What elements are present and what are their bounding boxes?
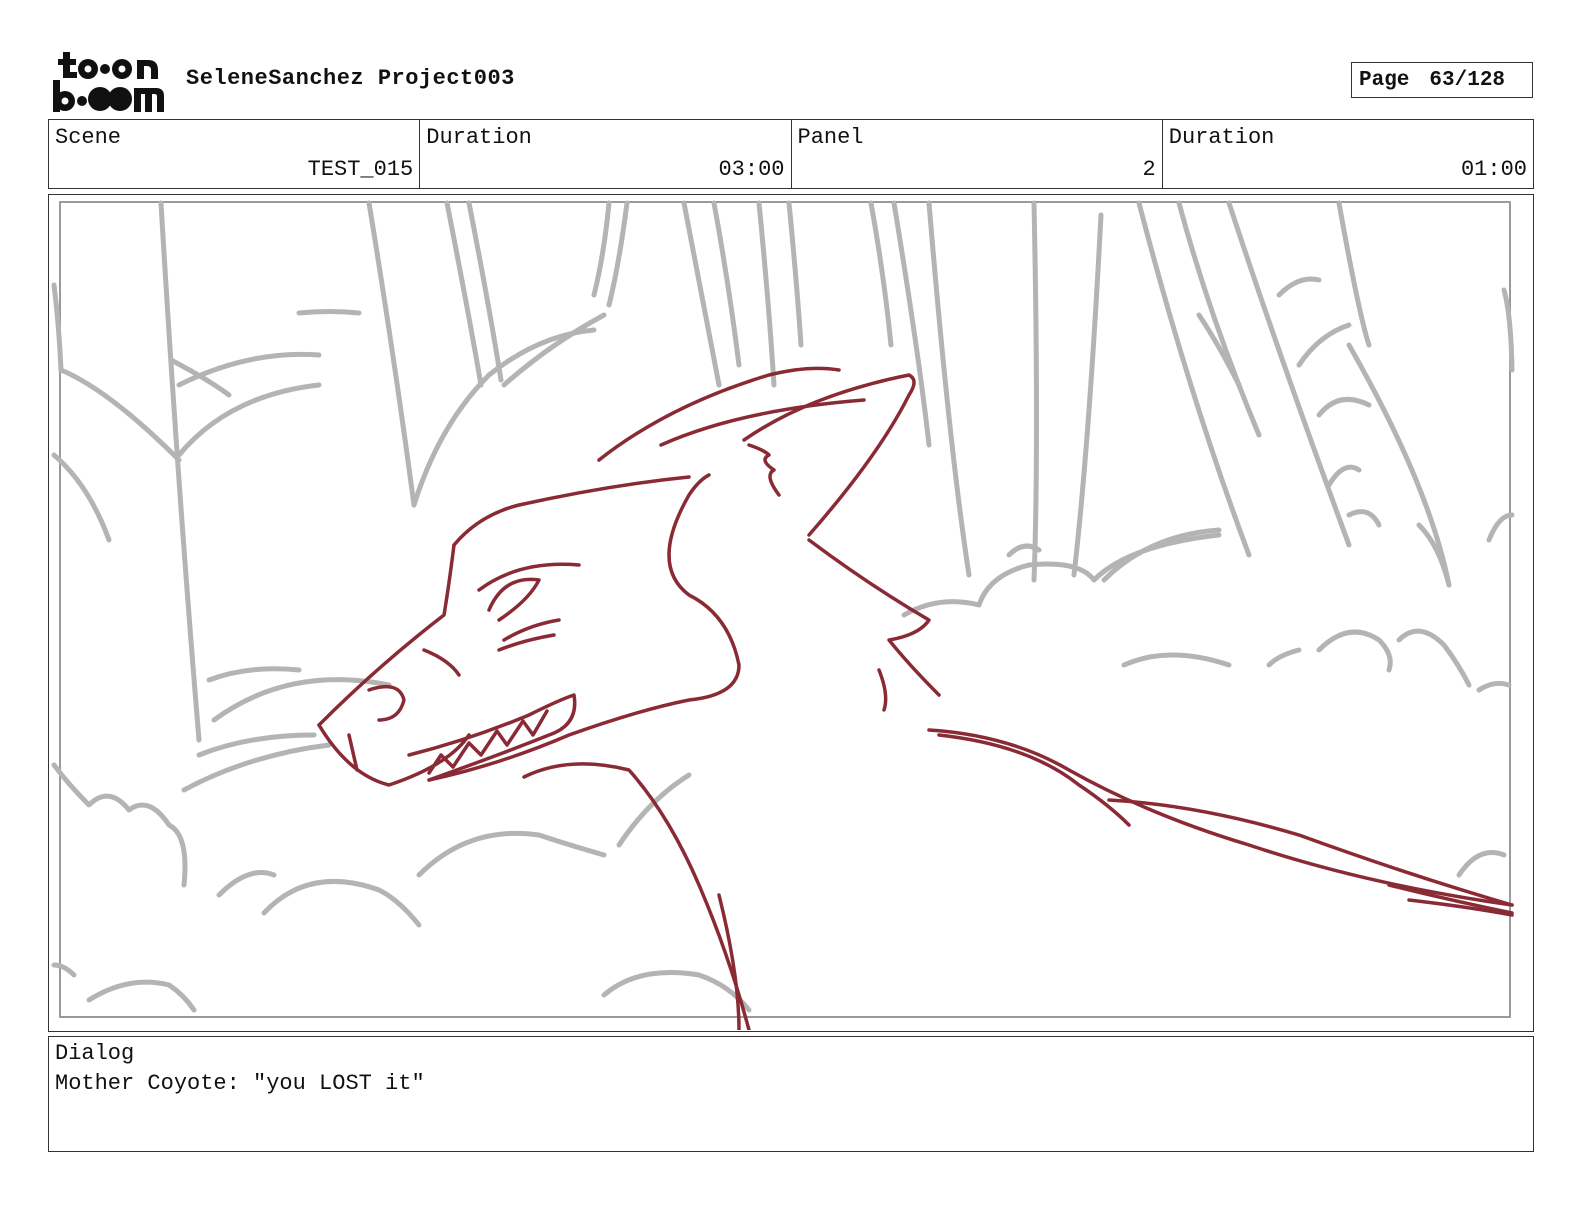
scene-info-row: Scene TEST_015 Duration 03:00 Panel 2 Du…: [48, 119, 1534, 189]
panel-duration-label: Duration: [1168, 125, 1275, 150]
toon-boom-logo: [53, 52, 164, 112]
scene-duration-label: Duration: [426, 125, 532, 150]
scene-duration-value: 03:00: [718, 157, 785, 182]
scene-value: TEST_015: [307, 157, 414, 182]
dialog-label: Dialog: [55, 1041, 135, 1066]
panel-cell: Panel 2: [792, 120, 1163, 188]
storyboard-panel: [48, 194, 1534, 1032]
page-indicator: Page 63/128: [1351, 62, 1533, 98]
panel-value: 2: [1142, 157, 1156, 182]
storyboard-sketch-image: [51, 200, 1515, 1030]
page-number: 63/128: [1429, 68, 1506, 92]
scene-cell: Scene TEST_015: [49, 120, 421, 188]
project-title: SeleneSanchez Project003: [186, 66, 515, 91]
page-label: Page: [1359, 68, 1410, 92]
panel-label: Panel: [797, 125, 864, 150]
dialog-text: Mother Coyote: "you LOST it": [55, 1071, 425, 1096]
panel-duration-value: 01:00: [1460, 157, 1527, 182]
panel-duration-cell: Duration 01:00: [1163, 120, 1533, 188]
scene-label: Scene: [55, 125, 122, 150]
dialog-box: Dialog Mother Coyote: "you LOST it": [48, 1036, 1534, 1152]
scene-duration-cell: Duration 03:00: [420, 120, 792, 188]
